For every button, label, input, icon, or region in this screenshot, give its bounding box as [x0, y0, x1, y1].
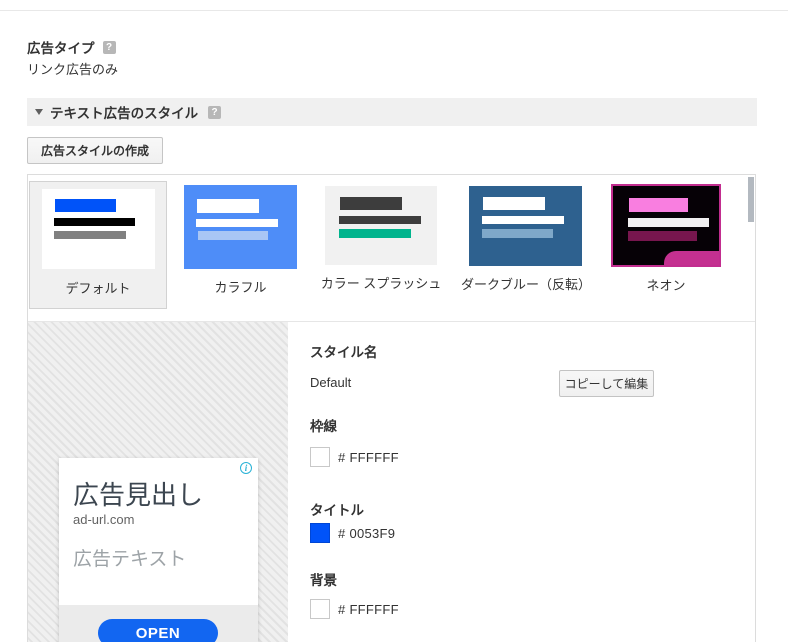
help-icon[interactable]: ?	[208, 105, 222, 119]
title-color-label: タイトル	[310, 503, 364, 518]
thumb-title-bar	[197, 199, 259, 213]
style-thumbnail	[184, 185, 297, 269]
thumb-title-bar	[340, 197, 402, 210]
ad-type-label: 広告タイプ ?	[27, 37, 116, 57]
top-divider	[0, 10, 788, 11]
style-option-default[interactable]: デフォルト	[29, 181, 167, 309]
thumb-url-bar	[628, 231, 697, 241]
style-option-label: デフォルト	[65, 281, 131, 296]
style-option-label: ダークブルー（反転）	[461, 277, 592, 292]
border-color-swatch[interactable]	[310, 447, 330, 467]
thumb-url-bar	[53, 231, 126, 239]
preview-headline: 広告見出し	[73, 480, 204, 510]
adchoices-info-icon: i	[240, 462, 252, 474]
thumb-title-bar	[54, 199, 116, 212]
thumb-title-bar	[629, 198, 688, 212]
thumb-text-bar	[481, 216, 564, 224]
style-carousel: デフォルト カラフル カラー スプラッシュ ダークブルー（反転） ネオン	[28, 175, 755, 322]
thumb-text-bar	[53, 218, 135, 226]
thumb-url-bar	[339, 229, 411, 238]
style-thumbnail	[325, 186, 437, 265]
style-option-label: カラフル	[214, 280, 267, 295]
background-color-field: # FFFFFF	[310, 599, 399, 619]
thumb-url-bar	[481, 229, 553, 238]
create-ad-style-button[interactable]: 広告スタイルの作成	[27, 137, 164, 164]
help-icon[interactable]: ?	[102, 40, 116, 54]
thumb-text-bar	[339, 216, 421, 224]
neon-corner-shape	[664, 251, 719, 265]
vertical-scrollbar-thumb[interactable]	[748, 177, 754, 222]
style-name-value: Default	[310, 375, 352, 390]
background-color-hex: # FFFFFF	[338, 601, 399, 617]
preview-footer: OPEN	[59, 605, 258, 642]
thumb-text-bar	[628, 218, 709, 227]
style-option-label: ネオン	[646, 278, 686, 293]
style-option-colorful[interactable]: カラフル	[184, 185, 297, 296]
section-title: テキスト広告のスタイル	[50, 106, 199, 121]
style-option-darkblue-inverted[interactable]: ダークブルー（反転）	[461, 186, 592, 293]
preview-body-text: 広告テキスト	[73, 549, 187, 570]
style-panel: デフォルト カラフル カラー スプラッシュ ダークブルー（反転） ネオン i 広…	[27, 174, 756, 642]
preview-display-url: ad-url.com	[73, 512, 135, 527]
background-color-label: 背景	[310, 573, 337, 588]
title-color-swatch[interactable]	[310, 523, 330, 543]
text-ad-style-section-header[interactable]: テキスト広告のスタイル ?	[27, 98, 757, 126]
ad-type-label-text: 広告タイプ	[27, 41, 95, 56]
background-color-swatch[interactable]	[310, 599, 330, 619]
style-thumbnail	[611, 184, 721, 267]
ad-type-value: リンク広告のみ	[27, 62, 119, 77]
border-color-label: 枠線	[310, 419, 337, 434]
copy-and-edit-button[interactable]: コピーして編集	[559, 370, 654, 397]
collapse-triangle-icon	[35, 109, 43, 115]
thumb-text-bar	[196, 219, 278, 227]
style-option-color-splash[interactable]: カラー スプラッシュ	[318, 186, 444, 292]
style-thumbnail	[468, 186, 582, 266]
style-option-label: カラー スプラッシュ	[320, 276, 442, 291]
title-color-field: # 0053F9	[310, 523, 395, 543]
style-thumbnail	[41, 189, 155, 269]
ad-preview-card: i 広告見出し ad-url.com 広告テキスト OPEN	[59, 458, 258, 642]
title-color-hex: # 0053F9	[338, 525, 396, 541]
style-option-neon[interactable]: ネオン	[611, 184, 721, 294]
thumb-url-bar	[198, 231, 268, 240]
ad-style-settings-page: 広告タイプ ? リンク広告のみ テキスト広告のスタイル ? 広告スタイルの作成 …	[0, 0, 788, 642]
style-name-label: スタイル名	[310, 345, 378, 360]
border-color-field: # FFFFFF	[310, 447, 399, 467]
preview-cta-button: OPEN	[98, 619, 218, 642]
border-color-hex: # FFFFFF	[338, 449, 399, 465]
thumb-title-bar	[482, 197, 545, 210]
